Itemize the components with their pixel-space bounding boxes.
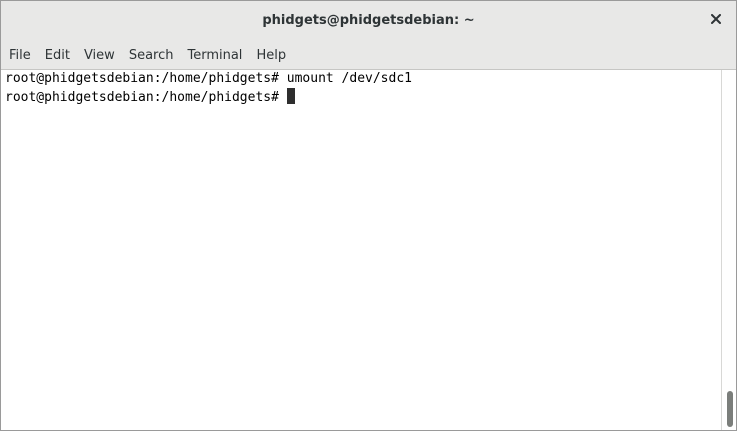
menu-file[interactable]: File: [2, 48, 38, 63]
title-bar[interactable]: phidgets@phidgetsdebian: ~: [1, 1, 736, 39]
shell-command: umount /dev/sdc1: [278, 71, 412, 86]
menu-view[interactable]: View: [77, 48, 122, 63]
menu-search[interactable]: Search: [122, 48, 181, 63]
menu-terminal[interactable]: Terminal: [180, 48, 249, 63]
shell-prompt: root@phidgetsdebian:/home/phidgets#: [5, 90, 279, 105]
terminal-output[interactable]: root@phidgetsdebian:/home/phidgets# umou…: [1, 70, 722, 430]
terminal-line: root@phidgetsdebian:/home/phidgets# umou…: [5, 70, 722, 88]
shell-prompt: root@phidgetsdebian:/home/phidgets#: [5, 71, 279, 86]
menu-edit[interactable]: Edit: [38, 48, 77, 63]
close-button[interactable]: [708, 11, 724, 27]
vertical-scrollbar[interactable]: [721, 70, 736, 430]
text-cursor: [286, 88, 295, 104]
menu-help[interactable]: Help: [249, 48, 293, 63]
close-icon: [711, 14, 721, 24]
scrollbar-thumb[interactable]: [727, 391, 733, 427]
terminal-line: root@phidgetsdebian:/home/phidgets#: [5, 88, 722, 106]
terminal-window: phidgets@phidgetsdebian: ~ File Edit Vie…: [0, 0, 737, 431]
shell-command: [279, 90, 287, 105]
window-title: phidgets@phidgetsdebian: ~: [262, 12, 475, 28]
menu-bar: File Edit View Search Terminal Help: [1, 39, 736, 70]
